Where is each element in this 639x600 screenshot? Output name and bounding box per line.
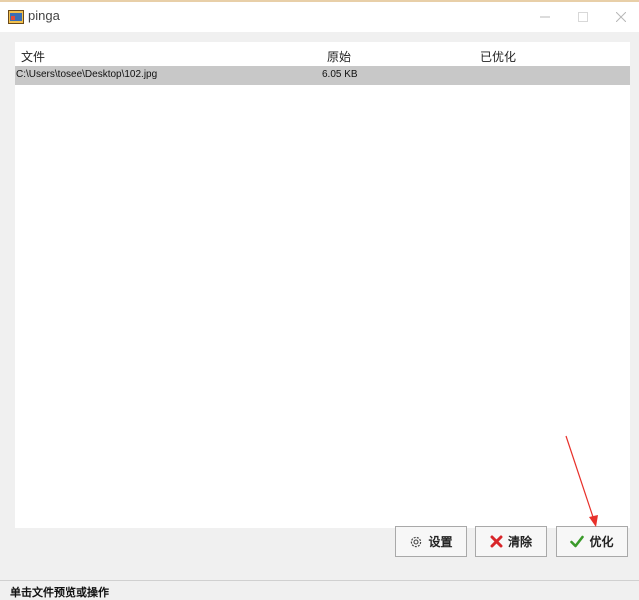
original-size-cell: 6.05 KB <box>322 69 358 80</box>
clear-button[interactable]: 清除 <box>475 526 547 557</box>
file-path-cell: C:\Users\tosee\Desktop\102.jpg <box>16 69 158 80</box>
minimize-icon[interactable] <box>525 2 565 32</box>
title-bar[interactable]: pinga <box>0 2 639 32</box>
app-icon <box>8 10 24 24</box>
settings-button-label: 设置 <box>428 535 453 549</box>
gear-icon <box>411 536 422 547</box>
status-text: 单击文件预览或操作 <box>10 587 109 599</box>
red-x-icon <box>490 535 503 548</box>
green-check-icon <box>570 535 585 548</box>
window-title: pinga <box>28 8 60 23</box>
close-icon[interactable] <box>601 2 639 32</box>
table-row[interactable]: C:\Users\tosee\Desktop\102.jpg 6.05 KB <box>15 66 630 85</box>
optimize-button-label: 优化 <box>589 535 614 549</box>
column-header-file[interactable]: 文件 <box>21 48 45 65</box>
status-bar: 单击文件预览或操作 <box>0 580 639 600</box>
maximize-icon[interactable] <box>563 2 603 32</box>
file-list[interactable]: 文件 原始 已优化 C:\Users\tosee\Desktop\102.jpg… <box>15 42 630 528</box>
client-area: 文件 原始 已优化 C:\Users\tosee\Desktop\102.jpg… <box>0 32 639 580</box>
column-header-original[interactable]: 原始 <box>327 48 351 65</box>
clear-button-label: 清除 <box>507 535 532 549</box>
optimize-button[interactable]: 优化 <box>556 526 628 557</box>
settings-button[interactable]: 设置 <box>395 526 467 557</box>
column-header-optimized[interactable]: 已优化 <box>480 48 516 65</box>
